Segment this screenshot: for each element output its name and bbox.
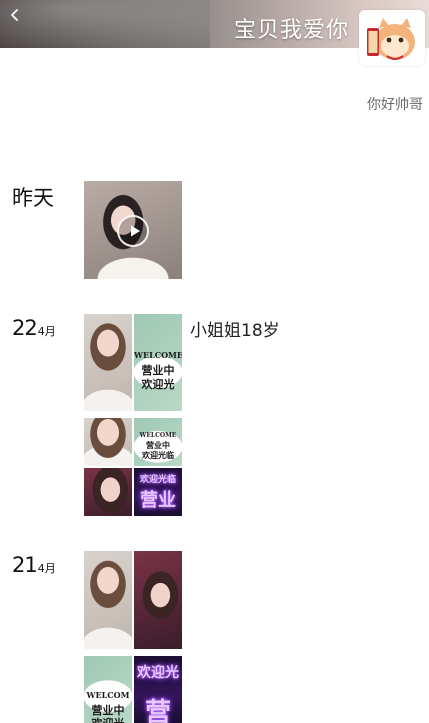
neon-text: 欢迎光 [137,665,179,681]
cover-photo [0,0,210,48]
avatar[interactable] [359,10,425,66]
date-day: 22 [12,316,38,340]
post-image[interactable] [84,418,132,466]
neon-text: 营 [144,698,171,723]
post-image[interactable] [84,314,132,411]
date-month: 4月 [37,325,56,338]
date-label-21: 214月 [12,553,56,577]
post-image[interactable]: WELCOME 营业中 欢迎光临 [134,418,182,466]
post-image[interactable] [134,551,182,649]
post-text: 小姐姐18岁 [190,321,280,341]
chevron-left-icon [11,9,18,21]
date-label-yesterday: 昨天 [12,186,54,210]
post-image[interactable]: WELCOM 营业中 欢迎光 [84,656,132,723]
fortune-cat-avatar [359,10,425,66]
sign-text: 欢迎光临 [142,450,174,460]
neon-text: 欢迎光临 [139,475,176,485]
post-image[interactable] [84,468,132,516]
video-thumbnail[interactable] [84,181,182,279]
post-image[interactable]: 欢迎光临 营业 [134,468,182,516]
back-button[interactable] [4,4,26,26]
username: 宝贝我爱你 [233,18,349,43]
post-image[interactable]: 欢迎光 营 [134,656,182,723]
profile-signature: 你好帅哥 [367,97,423,113]
sign-text: WELCOME [139,432,177,439]
play-button[interactable] [117,215,149,247]
post-image[interactable]: WELCOME 营业中 欢迎光 [134,314,182,411]
play-icon [130,225,140,237]
sign-text: 欢迎光 [84,715,132,723]
post-image[interactable] [84,551,132,649]
sign-text: 欢迎光 [141,378,175,391]
sign-text: WELCOME [134,350,182,360]
sign-text: WELCOM [86,690,130,700]
neon-text: 营业 [140,490,176,511]
date-day: 21 [12,553,38,577]
date-label-22: 224月 [12,316,56,340]
date-month: 4月 [37,562,56,575]
